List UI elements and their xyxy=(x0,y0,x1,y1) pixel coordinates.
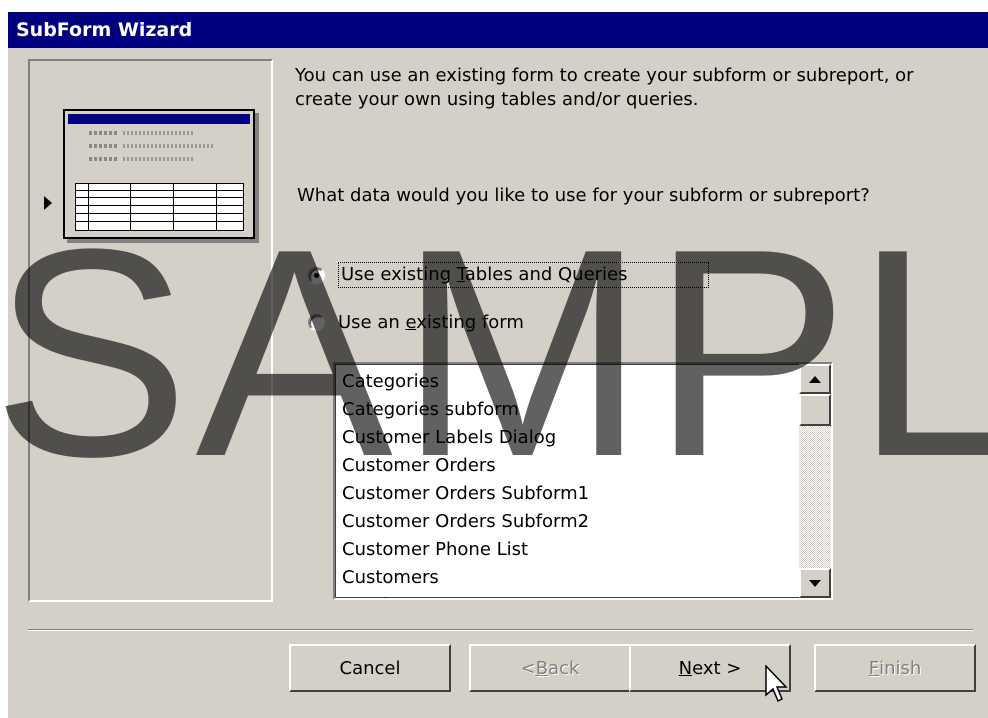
list-item[interactable]: Customer Orders Subform1 xyxy=(342,480,589,508)
option-existing-tables-queries[interactable]: Use existing Tables and Queries xyxy=(308,262,709,288)
cancel-button[interactable]: Cancel xyxy=(289,644,451,692)
back-button[interactable]: < Back xyxy=(469,644,631,692)
radio-unselected-icon[interactable] xyxy=(308,314,325,331)
list-item[interactable]: Categories subform xyxy=(342,396,589,424)
mouse-pointer-icon xyxy=(765,665,788,703)
arrow-down-icon xyxy=(809,579,821,587)
list-item[interactable]: Employees xyxy=(342,592,589,598)
list-item[interactable]: Customer Orders Subform2 xyxy=(342,508,589,536)
radio-selected-icon[interactable] xyxy=(308,266,325,284)
preview-panel xyxy=(28,59,273,602)
list-item[interactable]: Customer Labels Dialog xyxy=(342,424,589,452)
scroll-down-button[interactable] xyxy=(799,568,831,598)
list-item[interactable]: Categories xyxy=(342,368,589,396)
subform-wizard-dialog: SubForm Wizard You can use an existing f… xyxy=(8,12,988,718)
title-bar: SubForm Wizard xyxy=(8,12,988,48)
option-existing-form[interactable]: Use an existing form xyxy=(308,312,524,333)
forms-listbox[interactable]: Categories Categories subform Customer L… xyxy=(333,362,833,600)
scroll-thumb[interactable] xyxy=(799,394,831,426)
list-item[interactable]: Customer Phone List xyxy=(342,536,589,564)
button-separator xyxy=(28,629,973,631)
finish-button[interactable]: Finish xyxy=(814,644,976,692)
option-label: Use an existing form xyxy=(338,312,524,333)
list-item[interactable]: Customer Orders xyxy=(342,452,589,480)
pointer-arrow-icon xyxy=(44,196,52,210)
form-preview-illustration xyxy=(63,109,255,239)
list-item[interactable]: Customers xyxy=(342,564,589,592)
option-label: Use existing Tables and Queries xyxy=(338,262,709,288)
arrow-up-icon xyxy=(809,375,821,383)
question-text: What data would you like to use for your… xyxy=(297,185,870,206)
datasheet-preview-icon xyxy=(75,183,244,231)
scroll-up-button[interactable] xyxy=(799,364,831,394)
intro-text: You can use an existing form to create y… xyxy=(295,65,914,110)
vertical-scrollbar[interactable] xyxy=(799,364,831,598)
